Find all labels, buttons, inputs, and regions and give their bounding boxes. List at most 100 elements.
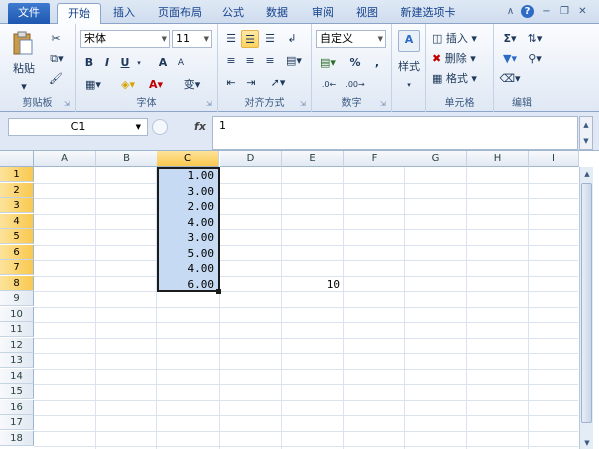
column-header[interactable]: H xyxy=(467,151,529,167)
row-header[interactable]: 6 xyxy=(0,244,34,260)
column-header[interactable]: B xyxy=(96,151,158,167)
cell-c2[interactable]: 3.00 xyxy=(159,184,218,199)
scroll-thumb[interactable] xyxy=(581,183,592,423)
font-size-select[interactable]: 11 ▼ xyxy=(172,30,212,48)
row-header[interactable]: 2 xyxy=(0,182,34,198)
align-right-icon[interactable]: ≡ xyxy=(261,52,279,70)
close-icon[interactable]: ✕ xyxy=(576,5,589,18)
font-name-select[interactable]: 宋体 ▼ xyxy=(80,30,170,48)
row-header[interactable]: 11 xyxy=(0,322,34,337)
align-top-icon[interactable]: ☰ xyxy=(222,30,240,48)
clipboard-launcher-icon[interactable]: ⇲ xyxy=(64,100,72,108)
copy-icon[interactable]: ⧉▾ xyxy=(46,50,68,68)
number-launcher-icon[interactable]: ⇲ xyxy=(380,100,388,108)
row-header[interactable]: 8 xyxy=(0,275,34,291)
sort-filter-icon[interactable]: ⇅▾ xyxy=(524,30,546,48)
name-box[interactable]: C1 ▼ xyxy=(8,118,148,136)
worksheet-grid[interactable]: ABCDEFGHI 1 2 3 4 5 6 7 8 9 10 11 12 13 14 15 16 17 18 1.… xyxy=(0,150,599,449)
cell-e8[interactable]: 10 xyxy=(282,277,344,292)
tab-home[interactable]: 开始 xyxy=(57,3,101,25)
cell-c1[interactable]: 1.00 xyxy=(159,168,218,183)
styles-dropdown-icon[interactable]: ▾ xyxy=(403,76,415,94)
paste-icon[interactable] xyxy=(12,30,34,56)
row-header[interactable]: 5 xyxy=(0,229,34,244)
row-header[interactable]: 10 xyxy=(0,306,34,322)
row-header[interactable]: 1 xyxy=(0,167,34,182)
formula-input[interactable]: 1 xyxy=(212,116,578,150)
row-header[interactable]: 12 xyxy=(0,337,34,353)
tab-formulas[interactable]: 公式 xyxy=(216,3,250,24)
orientation-icon[interactable]: ➚▾ xyxy=(266,74,290,92)
cut-icon[interactable]: ✂ xyxy=(46,30,66,48)
row-header[interactable]: 9 xyxy=(0,291,34,306)
clear-icon[interactable]: ⌫▾ xyxy=(498,70,522,88)
cell-c4[interactable]: 4.00 xyxy=(159,215,218,230)
underline-dropdown-icon[interactable]: ▾ xyxy=(134,54,144,72)
row-header[interactable]: 17 xyxy=(0,415,34,430)
insert-cells-button[interactable]: ◫ 插入 ▾ xyxy=(432,30,490,48)
row-header[interactable]: 4 xyxy=(0,213,34,229)
comma-button[interactable]: , xyxy=(370,54,384,72)
font-color-button[interactable]: A▾ xyxy=(144,76,168,94)
bold-button[interactable]: B xyxy=(82,54,96,72)
row-header[interactable]: 14 xyxy=(0,368,34,384)
tab-new[interactable]: 新建选项卡 xyxy=(392,3,464,24)
fill-color-icon[interactable]: ◈▾ xyxy=(116,76,140,94)
merge-center-icon[interactable]: ▤▾ xyxy=(282,52,306,70)
shrink-font-button[interactable]: A xyxy=(174,54,188,72)
help-icon[interactable]: ? xyxy=(521,5,534,18)
decrease-indent-icon[interactable]: ⇤ xyxy=(222,74,240,92)
cell-c7[interactable]: 4.00 xyxy=(159,261,218,276)
minimize-ribbon-icon[interactable]: ∧ xyxy=(504,5,517,18)
number-format-select[interactable]: 自定义 ▼ xyxy=(316,30,386,48)
percent-button[interactable]: % xyxy=(348,54,362,72)
delete-cells-button[interactable]: ✖ 删除 ▾ xyxy=(432,50,490,68)
increase-decimal-icon[interactable]: .0← xyxy=(318,76,340,94)
fill-icon[interactable]: ▼▾ xyxy=(498,50,522,68)
vertical-scrollbar[interactable]: ▲ ▼ xyxy=(579,167,593,449)
find-select-icon[interactable]: ⚲▾ xyxy=(524,50,546,68)
border-icon[interactable]: ▦▾ xyxy=(82,76,104,94)
increase-indent-icon[interactable]: ⇥ xyxy=(242,74,260,92)
font-launcher-icon[interactable]: ⇲ xyxy=(206,100,214,108)
align-left-icon[interactable]: ≡ xyxy=(222,52,240,70)
minimize-icon[interactable]: − xyxy=(540,5,553,18)
tab-insert[interactable]: 插入 xyxy=(106,3,142,24)
align-center-icon[interactable]: ≡ xyxy=(241,52,259,70)
scroll-up-icon[interactable]: ▲ xyxy=(580,167,594,181)
format-painter-icon[interactable]: 🖌 xyxy=(46,70,66,88)
tab-data[interactable]: 数据 xyxy=(260,3,294,24)
restore-icon[interactable]: ❐ xyxy=(558,5,571,18)
align-bottom-icon[interactable]: ☰ xyxy=(261,30,279,48)
alignment-launcher-icon[interactable]: ⇲ xyxy=(300,100,308,108)
formula-expand-icon[interactable]: ▲ ▼ xyxy=(579,116,593,150)
row-header[interactable]: 15 xyxy=(0,384,34,399)
row-header[interactable]: 3 xyxy=(0,198,34,213)
row-header[interactable]: 18 xyxy=(0,430,34,446)
format-cells-button[interactable]: ▦ 格式 ▾ xyxy=(432,70,490,88)
column-header[interactable]: I xyxy=(529,151,579,167)
currency-icon[interactable]: ▤▾ xyxy=(316,54,340,72)
column-header[interactable]: C xyxy=(157,151,219,167)
row-header[interactable]: 13 xyxy=(0,353,34,368)
align-middle-icon[interactable]: ☰ xyxy=(241,30,259,48)
cell-c8[interactable]: 6.00 xyxy=(159,277,218,292)
tab-file[interactable]: 文件 xyxy=(8,3,50,24)
autosum-button[interactable]: Σ▾ xyxy=(498,30,522,48)
scroll-down-icon[interactable]: ▼ xyxy=(580,436,594,449)
styles-icon[interactable]: A xyxy=(398,30,420,52)
column-header[interactable]: D xyxy=(220,151,282,167)
insert-function-button[interactable]: fx xyxy=(190,118,210,136)
column-header[interactable]: G xyxy=(405,151,467,167)
underline-button[interactable]: U xyxy=(118,54,132,72)
wrap-text-icon[interactable]: ↲ xyxy=(282,30,302,48)
row-header[interactable]: 7 xyxy=(0,260,34,275)
italic-button[interactable]: I xyxy=(100,54,114,72)
grow-font-button[interactable]: A xyxy=(156,54,170,72)
decrease-decimal-icon[interactable]: .00→ xyxy=(344,76,366,94)
tab-page-layout[interactable]: 页面布局 xyxy=(150,3,210,24)
column-header[interactable]: F xyxy=(344,151,406,167)
phonetic-button[interactable]: 变▾ xyxy=(180,76,204,94)
cell-c6[interactable]: 5.00 xyxy=(159,246,218,261)
cell-c5[interactable]: 3.00 xyxy=(159,230,218,245)
